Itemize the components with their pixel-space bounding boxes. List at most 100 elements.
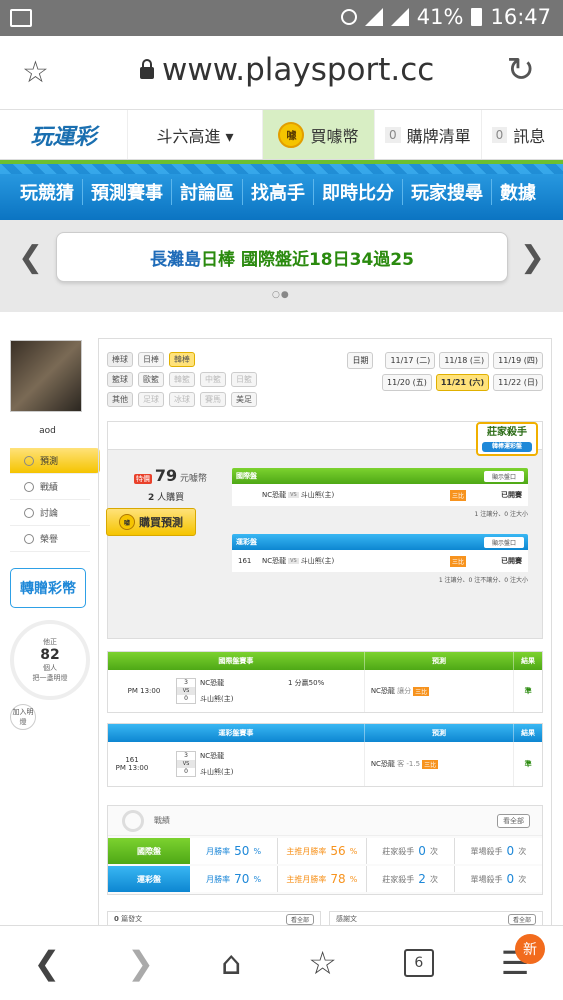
metric-unit: % <box>349 874 358 884</box>
browser-bottom-nav: ❮ ❯ ⌂ ☆ 6 ☰ <box>0 925 563 1000</box>
metric-label: 主推月勝率 <box>286 846 327 856</box>
posts-label: 篇發文 <box>121 915 143 923</box>
add-lamp-button[interactable]: 加入明燈 <box>10 704 36 730</box>
next-arrow-icon[interactable]: ❯ <box>520 240 545 275</box>
date-filter: 日期 11/17 (二) 11/18 (三) 11/19 (四) 11/20 (… <box>347 349 543 393</box>
game-cell: 161 PM 13:00 3 VS 0 NC恐龍 斗山熊(主) <box>108 742 365 786</box>
analysis-icon[interactable]: 三比 <box>422 759 439 769</box>
alarm-icon <box>340 9 357 25</box>
filter-bj[interactable]: 日籃 <box>231 371 257 387</box>
game-cell: PM 13:00 3 VS 0 NC恐龍 斗山熊(主) 1 分贏50% <box>108 670 365 712</box>
bookmarks-icon[interactable]: ☆ <box>308 944 337 982</box>
vs-label: VS <box>177 760 195 768</box>
wifi-icon <box>364 8 383 26</box>
forward-icon[interactable]: ❯ <box>127 944 154 982</box>
killer-sub: 韓棒運彩盤 <box>482 442 532 452</box>
message-count: 0 <box>491 126 508 143</box>
cart-button[interactable]: 0 購牌清單 <box>375 110 482 159</box>
filter-nfl[interactable]: 美足 <box>231 391 257 407</box>
site-logo[interactable]: 玩運彩 <box>0 110 128 159</box>
medal-icon <box>24 533 34 544</box>
target-icon <box>24 455 34 466</box>
banner[interactable]: 長灘島 日棒 國際盤近18日34過25 <box>56 232 508 282</box>
metric-unit: % <box>253 846 262 856</box>
menu-item-guess[interactable]: 玩競猜 <box>12 179 82 205</box>
main-monthly-rate: 主推月勝率 78% <box>278 866 367 892</box>
transfer-coin-button[interactable]: 轉贈彩幣 <box>10 568 86 608</box>
table-header: 運彩盤賽事 預測 結果 <box>108 724 542 742</box>
column-header: 預測 <box>365 724 515 742</box>
filter-kbl[interactable]: 韓籃 <box>169 371 195 387</box>
score: 3 VS 0 <box>176 678 196 704</box>
message-label: 訊息 <box>513 126 546 146</box>
home-icon[interactable]: ⌂ <box>221 944 241 982</box>
url-field[interactable]: www.playsport.cc <box>140 52 434 88</box>
sidebar-item-discuss[interactable]: 討論 <box>10 500 90 526</box>
prev-arrow-icon[interactable]: ❮ <box>18 240 43 275</box>
filter-kbo[interactable]: 韓棒 <box>169 351 195 367</box>
menu-item-experts[interactable]: 找高手 <box>242 179 313 205</box>
date-1118[interactable]: 11/18 (三) <box>439 351 490 369</box>
sidebar-item-record[interactable]: 戰績 <box>10 474 90 500</box>
see-all-button[interactable]: 看全部 <box>285 913 314 925</box>
sidebar-item-predict[interactable]: 預測 <box>10 448 100 474</box>
away-team: 斗山熊(主) <box>200 768 234 776</box>
killer-count: 莊家殺手 0 次 <box>366 838 455 864</box>
filter-npb[interactable]: 日棒 <box>138 351 164 367</box>
buy-coin-button[interactable]: 噱 買噱幣 <box>263 110 375 159</box>
menu-item-data[interactable]: 數據 <box>491 179 544 205</box>
metric-value: 70 <box>234 872 250 886</box>
menu-item-predict[interactable]: 預測賽事 <box>82 179 171 205</box>
filter-cba[interactable]: 中籃 <box>200 371 226 387</box>
analysis-icon[interactable]: 三比 <box>413 686 430 696</box>
metric-label: 月勝率 <box>206 874 231 884</box>
show-line-button[interactable]: 顯示盤口 <box>483 536 524 548</box>
date-1120[interactable]: 11/20 (五) <box>382 373 432 391</box>
date-1119[interactable]: 11/19 (四) <box>493 351 543 369</box>
line-value: 1 分贏50% <box>288 679 325 687</box>
metric-label: 主推月勝率 <box>286 874 327 884</box>
sidebar-item-honor[interactable]: 榮譽 <box>10 526 90 552</box>
see-all-button[interactable]: 看全部 <box>497 814 530 828</box>
analysis-icon[interactable]: 三比 <box>449 555 466 567</box>
filter-hockey[interactable]: 冰球 <box>169 391 195 407</box>
filter-euro-basketball[interactable]: 歐籃 <box>138 371 164 387</box>
menu-item-player-search[interactable]: 玩家搜尋 <box>402 179 491 205</box>
reload-icon[interactable]: ↻ <box>507 50 536 90</box>
metric-label: 單場殺手 <box>470 874 503 884</box>
record-row-lottery: 運彩盤 月勝率 70% 主推月勝率 78% 莊家殺手 2 次 單場殺手 0 次 <box>108 866 542 892</box>
monthly-rate: 月勝率 50% <box>190 838 279 864</box>
record-row-intl: 國際盤 月勝率 50% 主推月勝率 56% 莊家殺手 0 次 單場殺手 0 次 <box>108 838 542 864</box>
sidebar-item-label: 預測 <box>40 457 59 467</box>
league-selector[interactable]: 斗六高進 ▾ <box>128 110 263 159</box>
date-1121[interactable]: 11/21 (六) <box>435 373 490 391</box>
date-1117[interactable]: 11/17 (二) <box>385 351 436 369</box>
show-line-button[interactable]: 顯示盤口 <box>483 470 524 482</box>
game-number: 161 <box>125 756 139 764</box>
filter-horse[interactable]: 賽馬 <box>200 391 226 407</box>
game-time: PM 13:00 <box>115 764 149 772</box>
profile-content: aod 預測 戰績 討論 榮譽 轉贈彩幣 他正 82 個人 把一盞明燈 加入明燈… <box>0 330 563 928</box>
buy-prediction-button[interactable]: 噱 購買預測 <box>106 508 196 536</box>
metric-unit: % <box>349 846 358 856</box>
record-header: 戰績 看全部 <box>108 806 542 836</box>
message-button[interactable]: 0 訊息 <box>482 110 556 159</box>
banner-user: 長灘島 <box>150 249 202 270</box>
lamp-stat-top: 他正 <box>43 638 57 646</box>
clock: 16:47 <box>490 5 551 29</box>
metric-unit: % <box>253 874 262 884</box>
menu-item-forum[interactable]: 討論區 <box>171 179 242 205</box>
filter-soccer[interactable]: 足球 <box>138 391 164 407</box>
back-icon[interactable]: ❮ <box>33 944 60 982</box>
killer-count: 莊家殺手 2 次 <box>366 866 455 892</box>
date-1122[interactable]: 11/22 (日) <box>493 373 543 391</box>
bookmark-star-icon[interactable]: ☆ <box>22 55 49 90</box>
tabs-icon[interactable]: 6 <box>403 949 434 977</box>
filter-category-other: 其他 <box>107 391 133 407</box>
analysis-icon[interactable]: 三比 <box>449 489 466 501</box>
see-all-button[interactable]: 看全部 <box>507 913 536 925</box>
menu-item-livescore[interactable]: 即時比分 <box>313 179 402 205</box>
avatar[interactable] <box>10 340 82 412</box>
pick-cell: NC恐龍 客 -1.5 三比 <box>365 742 515 786</box>
chat-icon <box>24 481 34 492</box>
